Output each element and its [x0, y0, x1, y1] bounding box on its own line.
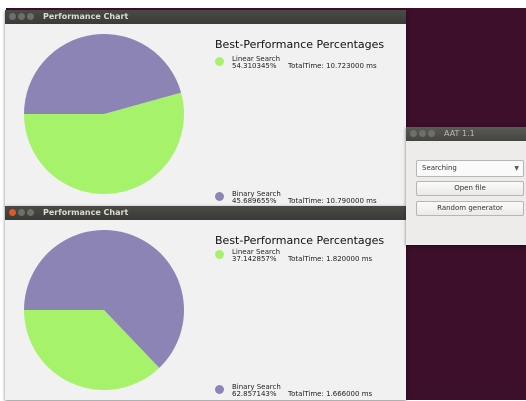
minimize-icon[interactable]: [18, 209, 25, 216]
legend-swatch-linear: [215, 57, 224, 66]
close-icon[interactable]: [9, 13, 16, 20]
titlebar[interactable]: Performance Chart: [5, 206, 406, 220]
pie-chart: [24, 230, 184, 391]
legend-percent: 62.857143%: [232, 390, 277, 398]
performance-chart-window-2: Performance Chart Best-Performance Perce…: [5, 206, 406, 400]
legend-total-time: TotalTime: 1.820000 ms: [288, 255, 373, 263]
random-generator-button[interactable]: Random generator: [416, 201, 524, 216]
legend-swatch-binary: [215, 192, 224, 201]
legend-swatch-binary: [215, 385, 224, 394]
legend-total-time: TotalTime: 1.666000 ms: [288, 390, 373, 398]
open-file-button[interactable]: Open file: [416, 181, 524, 196]
performance-chart-window-1: Performance Chart Best-Performance Perce…: [5, 10, 406, 207]
maximize-icon[interactable]: [27, 13, 34, 20]
window-title: Performance Chart: [43, 12, 129, 21]
maximize-icon[interactable]: [428, 130, 435, 137]
pie-chart: [24, 34, 184, 195]
legend-percent: 54.310345%: [232, 62, 277, 70]
legend-total-time: TotalTime: 10.790000 ms: [288, 197, 377, 205]
minimize-icon[interactable]: [18, 13, 25, 20]
chevron-down-icon: ▼: [514, 165, 519, 172]
close-icon[interactable]: [410, 130, 417, 137]
titlebar[interactable]: AAT 1.1: [406, 127, 526, 141]
chart-title: Best-Performance Percentages: [215, 38, 385, 51]
legend-total-time: TotalTime: 10.723000 ms: [288, 62, 377, 70]
minimize-icon[interactable]: [419, 130, 426, 137]
algorithm-select[interactable]: Searching ▼: [416, 160, 524, 177]
close-icon[interactable]: [9, 209, 16, 216]
legend-swatch-linear: [215, 250, 224, 259]
aat-window: AAT 1.1 Searching ▼ Open file Random gen…: [406, 127, 526, 245]
legend-percent: 37.142857%: [232, 255, 277, 263]
window-title: AAT 1.1: [444, 129, 475, 138]
algorithm-select-value: Searching: [422, 164, 457, 172]
chart-title: Best-Performance Percentages: [215, 234, 385, 247]
window-title: Performance Chart: [43, 208, 129, 217]
legend-percent: 45.689655%: [232, 197, 277, 205]
maximize-icon[interactable]: [27, 209, 34, 216]
titlebar[interactable]: Performance Chart: [5, 10, 406, 24]
